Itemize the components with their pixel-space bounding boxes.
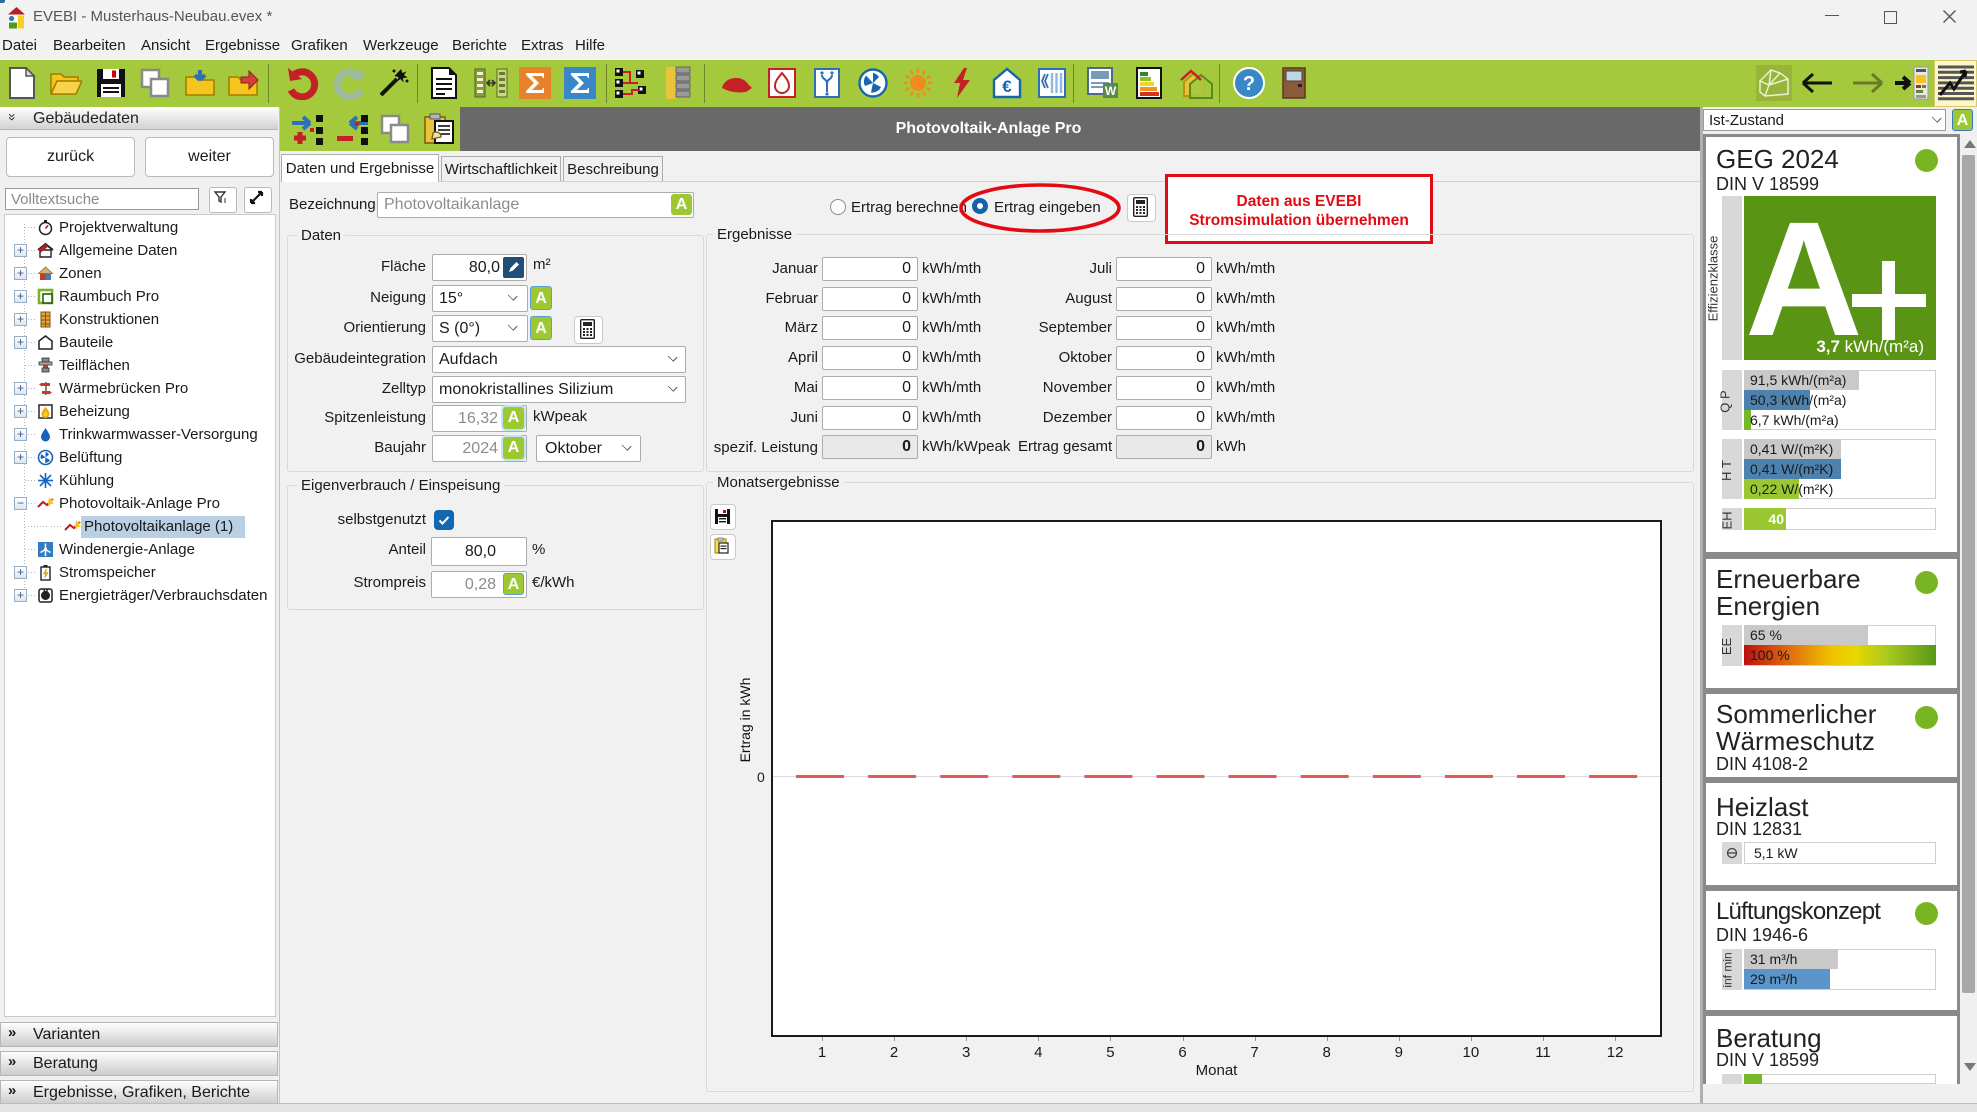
svg-text:?: ?: [1243, 73, 1255, 95]
svg-text:€: €: [1002, 77, 1012, 96]
svg-text:W: W: [1105, 84, 1117, 98]
